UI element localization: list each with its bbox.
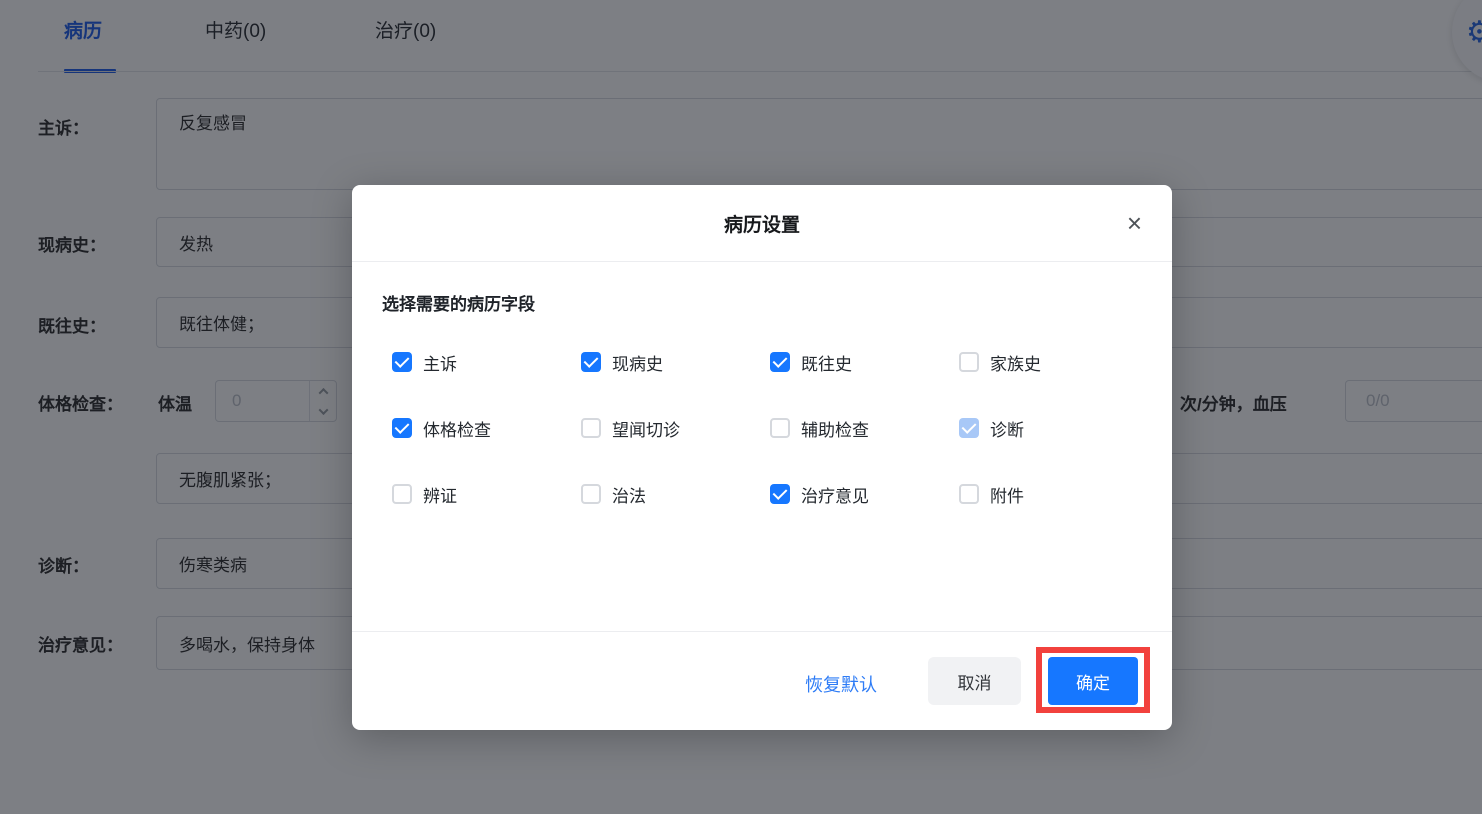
checkbox-label: 主诉 — [423, 350, 457, 375]
field-checkbox-item[interactable]: 辅助检查 — [770, 417, 959, 439]
checkbox-icon[interactable] — [581, 418, 601, 438]
checkbox-icon[interactable] — [959, 352, 979, 372]
checkbox-icon[interactable] — [581, 484, 601, 504]
checkbox-label: 既往史 — [801, 350, 852, 375]
checkbox-label: 家族史 — [990, 350, 1041, 375]
checkbox-icon[interactable] — [770, 484, 790, 504]
checkbox-label: 辅助检查 — [801, 416, 869, 441]
checkbox-label: 现病史 — [612, 350, 663, 375]
checkbox-icon[interactable] — [959, 484, 979, 504]
checkbox-label: 辨证 — [423, 482, 457, 507]
checkbox-label: 望闻切诊 — [612, 416, 680, 441]
confirm-button[interactable]: 确定 — [1048, 657, 1138, 705]
checkbox-label: 治疗意见 — [801, 482, 869, 507]
checkbox-icon[interactable] — [770, 418, 790, 438]
cancel-button[interactable]: 取消 — [928, 657, 1021, 705]
checkbox-label: 治法 — [612, 482, 646, 507]
field-checkbox-item[interactable]: 治法 — [581, 483, 770, 505]
checkbox-icon[interactable] — [959, 418, 979, 438]
footer-divider — [352, 631, 1172, 632]
modal-title: 病历设置 — [724, 210, 800, 237]
checkbox-icon[interactable] — [392, 484, 412, 504]
field-checkbox-item[interactable]: 辨证 — [392, 483, 581, 505]
field-checkbox-item[interactable]: 附件 — [959, 483, 1148, 505]
field-checkbox-item[interactable]: 望闻切诊 — [581, 417, 770, 439]
modal-header: 病历设置 × — [352, 185, 1172, 262]
field-checkbox-item[interactable]: 家族史 — [959, 351, 1148, 373]
section-heading: 选择需要的病历字段 — [382, 290, 535, 315]
checkbox-label: 体格检查 — [423, 416, 491, 441]
field-checkbox-item[interactable]: 诊断 — [959, 417, 1148, 439]
checkbox-label: 附件 — [990, 482, 1024, 507]
field-checkbox-grid: 主诉 现病史 既往史 家族史 体格检查 望闻切诊 辅助检查 诊断 辨证 治法 治 — [392, 351, 1148, 505]
field-checkbox-item[interactable]: 治疗意见 — [770, 483, 959, 505]
field-checkbox-item[interactable]: 主诉 — [392, 351, 581, 373]
field-checkbox-item[interactable]: 既往史 — [770, 351, 959, 373]
checkbox-icon[interactable] — [392, 352, 412, 372]
record-settings-modal: 病历设置 × 选择需要的病历字段 主诉 现病史 既往史 家族史 体格检查 望闻切… — [352, 185, 1172, 730]
checkbox-label: 诊断 — [990, 416, 1024, 441]
checkbox-icon[interactable] — [392, 418, 412, 438]
close-icon[interactable]: × — [1123, 206, 1146, 240]
restore-default-button[interactable]: 恢复默认 — [805, 671, 877, 697]
checkbox-icon[interactable] — [770, 352, 790, 372]
field-checkbox-item[interactable]: 体格检查 — [392, 417, 581, 439]
checkbox-icon[interactable] — [581, 352, 601, 372]
field-checkbox-item[interactable]: 现病史 — [581, 351, 770, 373]
